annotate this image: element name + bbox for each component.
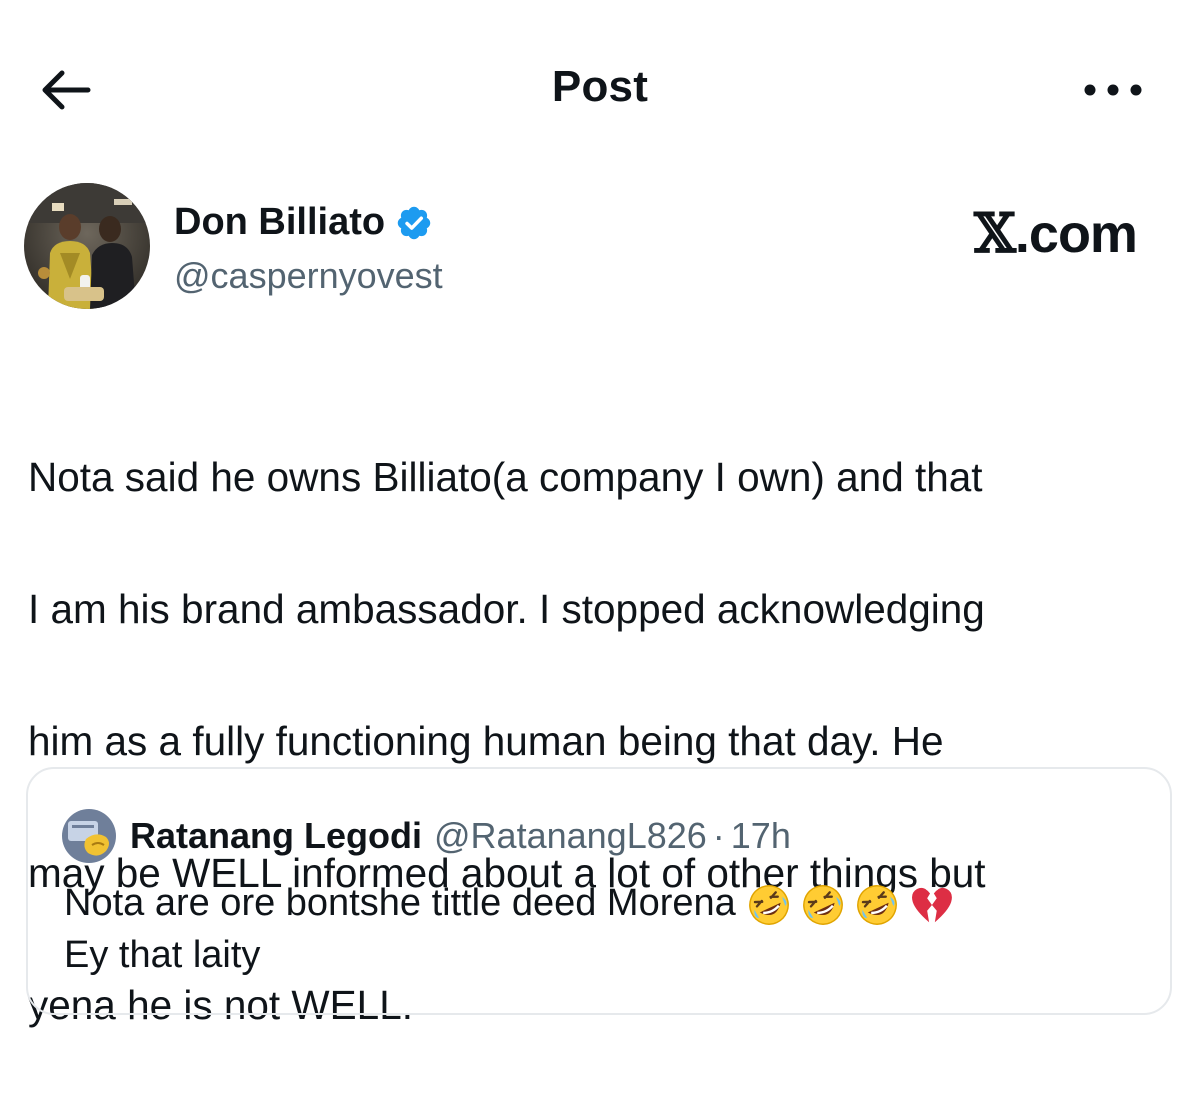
x-com-watermark: 𝕏.com	[974, 201, 1138, 265]
post-text-line: him as a fully functioning human being t…	[28, 718, 944, 764]
quoted-text-line-2: Ey that laity	[64, 934, 261, 976]
post-text-line: Nota said he owns Billiato(a company I o…	[28, 454, 983, 500]
quoted-post-header: Ratanang Legodi @RatanangL826 · 17h	[62, 809, 791, 863]
post-author: Don Billiato @caspernyovest 𝕏.com	[24, 183, 1184, 313]
author-handle[interactable]: @caspernyovest	[174, 255, 443, 297]
brand-suffix: .com	[1014, 204, 1138, 264]
separator-dot: ·	[712, 815, 725, 856]
rofl-emoji	[802, 885, 843, 925]
quoted-profile-photo-icon	[62, 809, 116, 863]
quoted-text: Nota are ore bontshe tittle deed Morena	[64, 882, 736, 924]
rofl-emoji	[856, 885, 897, 925]
quoted-text-line-1: Nota are ore bontshe tittle deed Morena	[64, 877, 1144, 929]
quoted-post-card[interactable]: Ratanang Legodi @RatanangL826 · 17h Nota…	[26, 767, 1172, 1015]
quoted-timestamp[interactable]: 17h	[731, 815, 791, 857]
rofl-emoji	[748, 885, 789, 925]
verified-badge-icon	[397, 206, 431, 239]
quoted-display-name[interactable]: Ratanang Legodi	[130, 815, 422, 857]
quoted-avatar[interactable]	[62, 809, 116, 863]
quoted-post-text: Nota are ore bontshe tittle deed Morena	[64, 877, 1144, 981]
top-bar: Post	[0, 0, 1200, 176]
quoted-handle[interactable]: @RatanangL826	[434, 815, 707, 857]
emoji-group	[746, 882, 962, 928]
avatar[interactable]	[24, 183, 150, 309]
page-title: Post	[551, 62, 649, 111]
display-name[interactable]: Don Billiato	[174, 201, 385, 244]
x-logo-glyph: 𝕏	[974, 201, 1016, 265]
display-name-row: Don Billiato	[174, 201, 433, 244]
more-horizontal-icon	[1084, 84, 1142, 96]
broken-heart-emoji	[911, 887, 952, 923]
post-text-line: I am his brand ambassador. I stopped ack…	[28, 586, 985, 632]
more-options-button[interactable]	[1078, 70, 1148, 110]
profile-photo-icon	[24, 183, 150, 309]
